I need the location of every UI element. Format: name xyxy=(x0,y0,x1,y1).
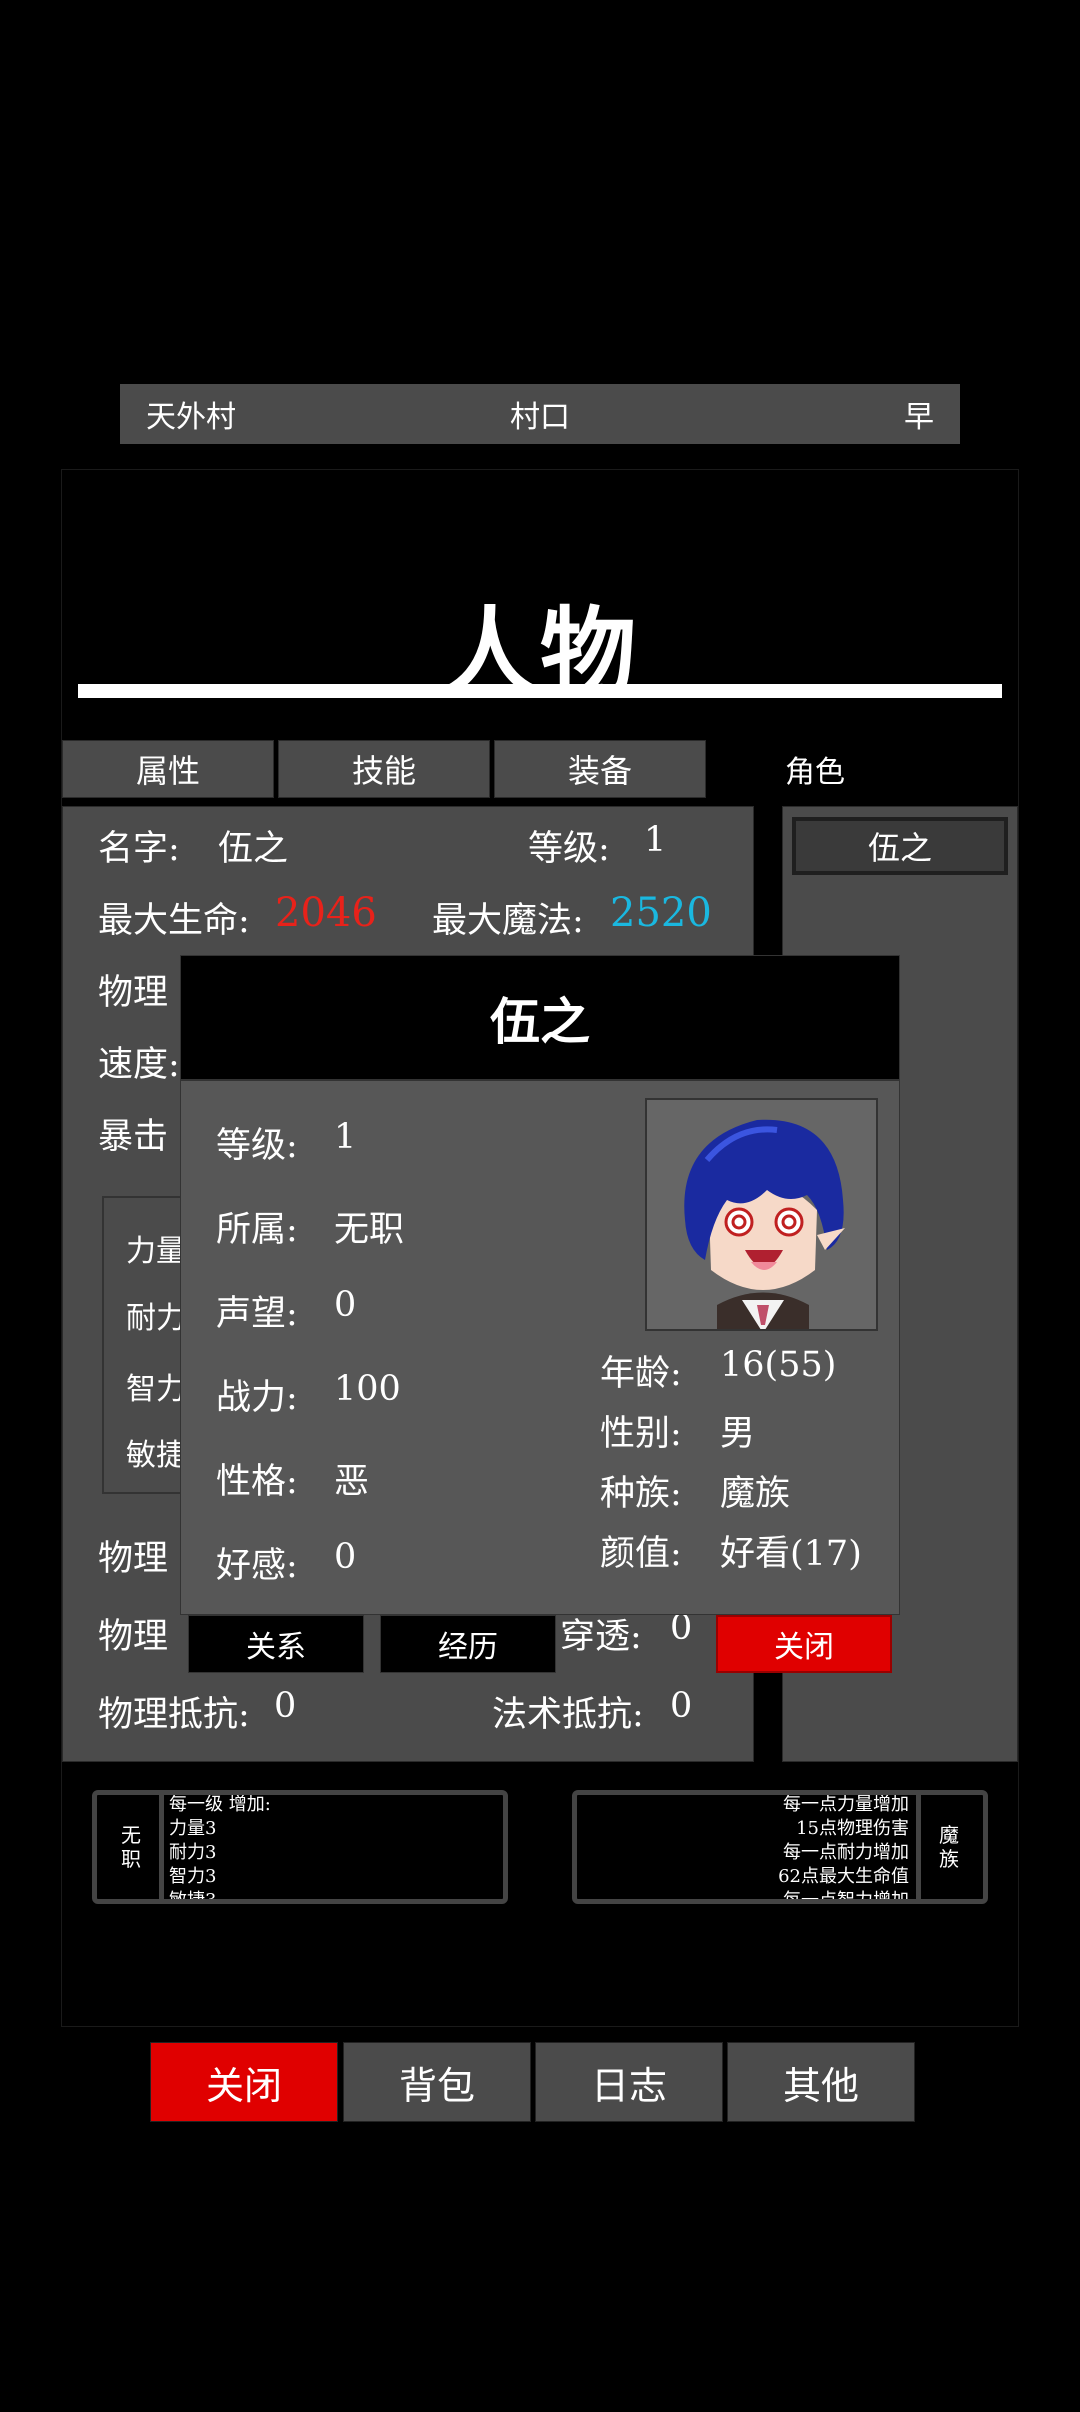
crit-label: 暴击 xyxy=(98,1117,169,1157)
phys-attack-label: 物理 xyxy=(98,973,169,1013)
race-bonus-line: 15点物理伤害 xyxy=(796,1818,909,1839)
name-label: 名字: xyxy=(98,829,180,869)
popup-personality-label: 性格: xyxy=(216,1462,298,1502)
location-bar: 天外村 村口 早 xyxy=(120,384,960,444)
role-item-selected[interactable]: 伍之 xyxy=(792,817,1008,875)
stat-endurance-label: 耐力 xyxy=(126,1301,186,1336)
character-avatar xyxy=(645,1098,878,1331)
popup-age-value: 16(55) xyxy=(720,1345,837,1385)
class-bonus-list: 每一级 增加: 力量3 耐力3 智力3 敏捷3 xyxy=(169,1794,271,1904)
close-button[interactable]: 关闭 xyxy=(150,2042,338,2122)
race-bonus-line: 62点最大生命值 xyxy=(778,1866,909,1887)
race-info-box: 每一点力量增加 15点物理伤害 每一点耐力增加 62点最大生命值 每一点智力增加… xyxy=(572,1790,988,1904)
popup-power-label: 战力: xyxy=(216,1378,298,1418)
class-bonus-line: 敏捷3 xyxy=(169,1890,217,1904)
popup-close-button[interactable]: 关闭 xyxy=(716,1615,892,1673)
popup-race-label: 种族: xyxy=(600,1474,682,1514)
race-bonus-list: 每一点力量增加 15点物理伤害 每一点耐力增加 62点最大生命值 每一点智力增加 xyxy=(778,1794,909,1904)
speed-label: 速度: xyxy=(98,1045,180,1085)
village-name: 天外村 xyxy=(146,400,236,435)
popup-affiliation-value: 无职 xyxy=(334,1210,405,1250)
race-tag: 魔 族 xyxy=(916,1795,977,1899)
popup-gender-label: 性别: xyxy=(600,1414,682,1454)
log-button[interactable]: 日志 xyxy=(535,2042,723,2122)
max-hp-value: 2046 xyxy=(275,890,377,936)
magic-resist-label: 法术抵抗: xyxy=(492,1695,644,1735)
history-button[interactable]: 经历 xyxy=(380,1615,556,1673)
area-name: 村口 xyxy=(510,400,570,435)
avatar-portrait xyxy=(647,1100,876,1329)
tab-equipment[interactable]: 装备 xyxy=(494,740,706,798)
popup-character-name: 伍之 xyxy=(490,991,590,1051)
class-bonus-line: 每一级 增加: xyxy=(169,1794,271,1815)
class-info-box: 无 职 每一级 增加: 力量3 耐力3 智力3 敏捷3 xyxy=(92,1790,508,1904)
popup-reputation-value: 0 xyxy=(334,1285,357,1325)
tab-skills[interactable]: 技能 xyxy=(278,740,490,798)
popup-looks-label: 颜值: xyxy=(600,1534,682,1574)
stat-agility-label: 敏捷 xyxy=(126,1438,186,1473)
level-label: 等级: xyxy=(528,829,610,869)
class-bonus-line: 智力3 xyxy=(169,1866,217,1887)
popup-looks-value: 好看(17) xyxy=(720,1534,862,1574)
popup-gender-value: 男 xyxy=(720,1414,756,1454)
role-list-header: 角色 xyxy=(785,755,845,790)
popup-favor-value: 0 xyxy=(334,1537,357,1577)
class-bonus-line: 耐力3 xyxy=(169,1842,217,1863)
popup-level-label: 等级: xyxy=(216,1126,298,1166)
race-tag-text: 魔 族 xyxy=(939,1823,959,1871)
max-mp-label: 最大魔法: xyxy=(432,901,584,941)
level-value: 1 xyxy=(644,820,667,860)
time-of-day: 早 xyxy=(904,400,935,435)
popup-affiliation-label: 所属: xyxy=(216,1210,298,1250)
magic-resist-value: 0 xyxy=(670,1686,693,1726)
popup-race-value: 魔族 xyxy=(720,1474,791,1514)
max-hp-label: 最大生命: xyxy=(98,901,250,941)
stat-intelligence-label: 智力 xyxy=(126,1372,186,1407)
phys-stat-label-2: 物理 xyxy=(98,1617,169,1657)
race-bonus-line: 每一点力量增加 xyxy=(783,1794,909,1815)
popup-favor-label: 好感: xyxy=(216,1546,298,1586)
phys-resist-label: 物理抵抗: xyxy=(98,1695,250,1735)
popup-level-value: 1 xyxy=(334,1117,357,1157)
name-value: 伍之 xyxy=(218,829,289,869)
max-mp-value: 2520 xyxy=(610,890,712,936)
popup-header: 伍之 xyxy=(180,955,900,1080)
relations-button[interactable]: 关系 xyxy=(188,1615,364,1673)
race-bonus-line: 每一点智力增加 xyxy=(783,1890,909,1904)
popup-age-label: 年龄: xyxy=(600,1354,682,1394)
class-tag: 无 职 xyxy=(103,1795,164,1899)
popup-reputation-label: 声望: xyxy=(216,1294,298,1334)
class-bonus-line: 力量3 xyxy=(169,1818,217,1839)
bag-button[interactable]: 背包 xyxy=(343,2042,531,2122)
phys-stat-label-1: 物理 xyxy=(98,1539,169,1579)
other-button[interactable]: 其他 xyxy=(727,2042,915,2122)
class-tag-text: 无 职 xyxy=(121,1823,141,1871)
popup-power-value: 100 xyxy=(334,1369,401,1409)
pierce-label: 穿透: xyxy=(560,1617,642,1657)
race-bonus-line: 每一点耐力增加 xyxy=(783,1842,909,1863)
stat-strength-label: 力量 xyxy=(126,1234,186,1269)
popup-personality-value: 恶 xyxy=(334,1462,370,1502)
title-divider xyxy=(78,684,1002,698)
tab-attributes[interactable]: 属性 xyxy=(62,740,274,798)
phys-resist-value: 0 xyxy=(274,1686,297,1726)
